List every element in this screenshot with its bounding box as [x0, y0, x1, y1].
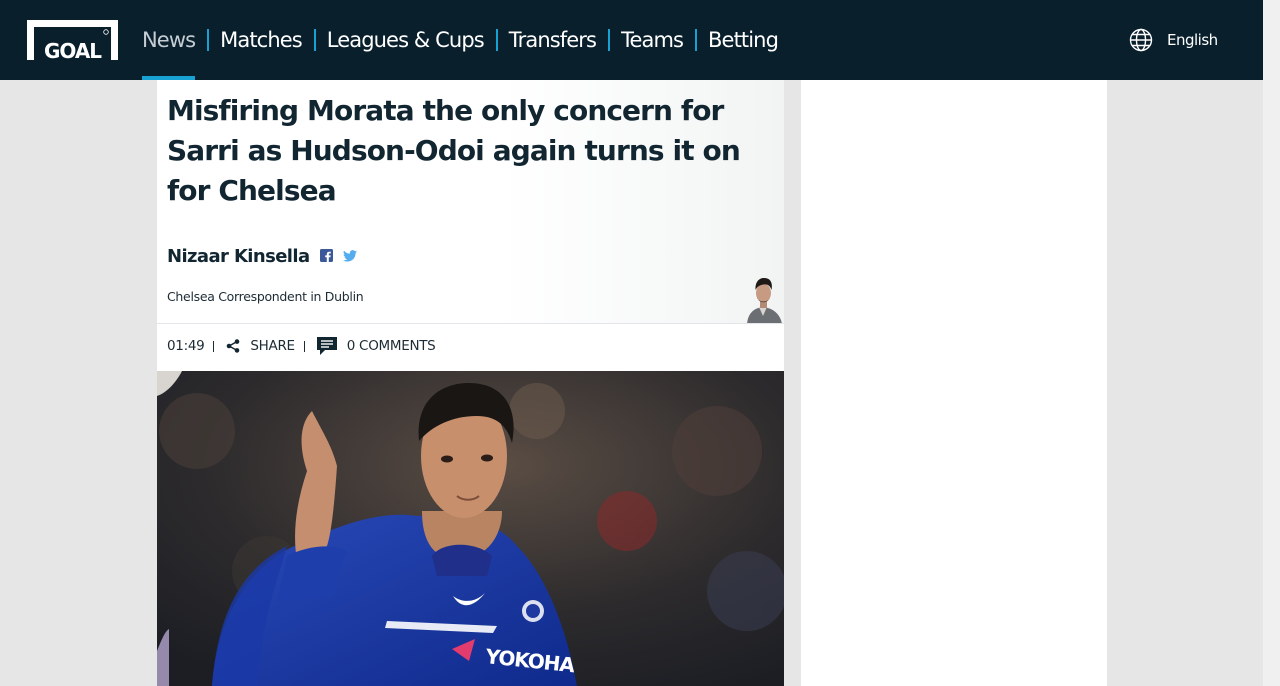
meta-separator — [303, 340, 305, 352]
publish-time: 01:49 — [167, 338, 205, 354]
share-label: SHARE — [250, 338, 295, 354]
language-label: English — [1167, 31, 1218, 49]
facebook-icon[interactable] — [319, 247, 333, 266]
nav-item-teams[interactable]: Teams — [621, 0, 684, 80]
share-button[interactable]: SHARE — [226, 338, 295, 354]
article-headline: Misfiring Morata the only concern for Sa… — [167, 94, 741, 207]
article-meta-bar: 01:49 SHARE 0 COMMENTS — [167, 334, 436, 358]
share-icon — [227, 339, 240, 353]
meta-divider — [157, 323, 784, 324]
article-card: Misfiring Morata the only concern for Sa… — [157, 80, 784, 686]
nav-item-transfers[interactable]: Transfers — [509, 0, 597, 80]
comments-button[interactable]: 0 COMMENTS — [316, 337, 436, 355]
comment-icon — [316, 337, 337, 355]
page-scrollbar[interactable] — [1263, 0, 1280, 686]
twitter-icon[interactable] — [342, 247, 357, 266]
language-selector[interactable]: English — [1129, 28, 1218, 52]
nav-divider — [313, 29, 316, 51]
nav-item-betting[interactable]: Betting — [708, 0, 779, 80]
author-byline: Nizaar Kinsella — [167, 246, 357, 267]
article-hero-image: YOKOHA — [157, 371, 784, 686]
nav-divider — [495, 29, 498, 51]
goal-logo-icon: GOAL — [27, 20, 118, 63]
nav-item-news[interactable]: News — [142, 0, 196, 80]
nav-divider — [695, 29, 698, 51]
goal-logo[interactable]: GOAL — [27, 20, 118, 63]
nav-divider — [608, 29, 611, 51]
article-header: Misfiring Morata the only concern for Sa… — [157, 80, 784, 324]
author-role: Chelsea Correspondent in Dublin — [167, 289, 364, 304]
globe-icon — [1129, 28, 1153, 52]
sidebar-ad-slot — [801, 80, 1107, 686]
main-nav: News Matches Leagues & Cups Transfers Te… — [142, 0, 779, 80]
nav-item-leagues-cups[interactable]: Leagues & Cups — [327, 0, 485, 80]
author-avatar — [747, 278, 782, 324]
nav-item-matches[interactable]: Matches — [220, 0, 303, 80]
comments-label: 0 COMMENTS — [346, 338, 436, 354]
author-name[interactable]: Nizaar Kinsella — [167, 246, 310, 267]
nav-divider — [207, 29, 210, 51]
meta-separator — [213, 340, 215, 352]
logo-text: GOAL — [44, 39, 102, 60]
top-navigation-bar: GOAL News Matches Leagues & Cups Transfe… — [0, 0, 1263, 80]
